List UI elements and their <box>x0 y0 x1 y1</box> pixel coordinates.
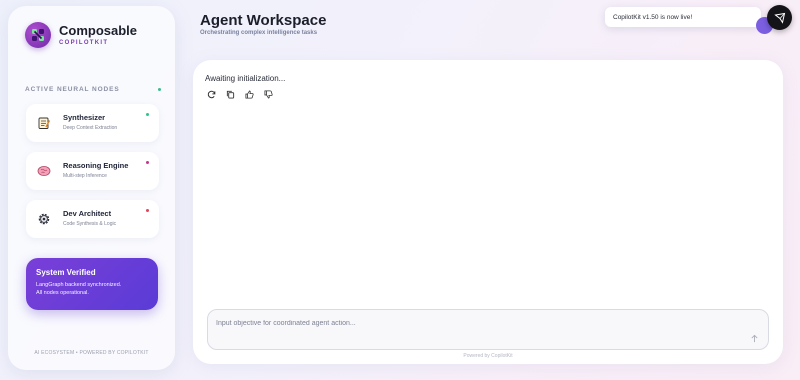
page-title: Agent Workspace <box>200 12 327 29</box>
verified-line-1: LangGraph backend synchronized. <box>36 282 122 288</box>
send-kite-icon <box>773 12 785 24</box>
notepad-icon <box>36 115 52 131</box>
thumbs-up-icon[interactable] <box>243 88 255 100</box>
powered-by: Powered by CopilotKit <box>463 353 513 359</box>
verified-title: System Verified <box>36 268 96 277</box>
copilot-toggle-button[interactable] <box>767 5 792 30</box>
node-description: Multi-step Inference <box>63 173 107 179</box>
sidebar-footer: AI ECOSYSTEM • POWERED BY COPILOTKIT <box>34 350 149 356</box>
node-status-dot <box>146 113 149 116</box>
assistant-message: Awaiting initialization... <box>205 74 286 83</box>
toast-text: CopilotKit v1.50 is now live! <box>613 13 693 21</box>
send-button[interactable] <box>749 333 759 343</box>
sidebar: Composable COPILOTKIT ACTIVE NEURAL NODE… <box>8 6 175 370</box>
verified-line-2: All nodes operational. <box>36 290 89 296</box>
node-status-dot <box>146 209 149 212</box>
node-title: Reasoning Engine <box>63 161 129 170</box>
regenerate-icon[interactable] <box>205 88 217 100</box>
chat-input-box <box>207 309 769 350</box>
node-status-dot <box>146 161 149 164</box>
node-title: Synthesizer <box>63 113 106 122</box>
node-dev-architect[interactable]: Dev Architect Code Synthesis & Logic <box>26 200 159 238</box>
thumbs-down-icon[interactable] <box>262 88 274 100</box>
arrow-up-icon <box>750 334 758 342</box>
brand[interactable]: Composable COPILOTKIT <box>25 22 137 48</box>
objective-input[interactable] <box>216 317 736 329</box>
copy-icon[interactable] <box>224 88 236 100</box>
brand-logo-icon <box>25 22 51 48</box>
node-title: Dev Architect <box>63 209 112 218</box>
node-description: Code Synthesis & Logic <box>63 221 117 227</box>
brand-subtitle: COPILOTKIT <box>59 40 109 46</box>
nodes-section-header: ACTIVE NEURAL NODES <box>25 86 161 93</box>
gear-icon <box>36 211 52 227</box>
live-status-dot <box>158 88 161 91</box>
node-reasoning-engine[interactable]: Reasoning Engine Multi-step Inference <box>26 152 159 190</box>
announcement-toast[interactable]: CopilotKit v1.50 is now live! <box>605 7 761 27</box>
brain-icon <box>36 163 52 179</box>
nodes-section-title: ACTIVE NEURAL NODES <box>25 86 120 93</box>
node-description: Deep Context Extraction <box>63 125 118 131</box>
message-actions <box>205 88 274 100</box>
brand-name: Composable <box>59 23 138 38</box>
page-subtitle: Orchestrating complex intelligence tasks <box>200 30 318 36</box>
node-synthesizer[interactable]: Synthesizer Deep Context Extraction <box>26 104 159 142</box>
chat-panel: Awaiting initialization... Input objecti… <box>193 60 783 364</box>
system-verified-card: System Verified LangGraph backend synchr… <box>26 258 158 310</box>
